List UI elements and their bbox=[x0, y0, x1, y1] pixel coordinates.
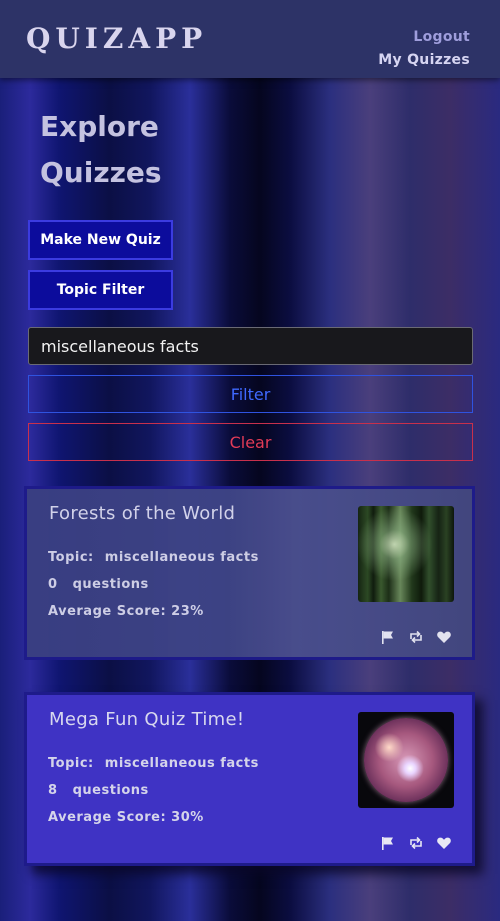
topic-label: Topic: bbox=[48, 550, 94, 565]
forest-photo bbox=[358, 506, 454, 602]
app-logo[interactable]: QUIZAPP bbox=[26, 22, 207, 55]
question-count-value: 0 bbox=[48, 577, 58, 592]
retweet-icon[interactable] bbox=[408, 629, 424, 645]
topic-search-input[interactable]: miscellaneous facts bbox=[28, 327, 473, 365]
clear-button[interactable]: Clear bbox=[28, 423, 473, 461]
quiz-topic: Topic: miscellaneous facts bbox=[48, 550, 259, 565]
my-quizzes-link[interactable]: My Quizzes bbox=[378, 52, 470, 68]
topic-value: miscellaneous facts bbox=[104, 756, 259, 771]
page-title: Explore Quizzes bbox=[40, 110, 162, 189]
filter-button[interactable]: Filter bbox=[28, 375, 473, 413]
logout-link[interactable]: Logout bbox=[413, 29, 470, 45]
quiz-question-count: 8 questions bbox=[48, 783, 149, 798]
quiz-title[interactable]: Forests of the World bbox=[49, 503, 235, 524]
sun-disc bbox=[364, 718, 448, 802]
quiz-average-score: Average Score: 23% bbox=[48, 604, 204, 619]
quiz-card[interactable]: Forests of the World Topic: miscellaneou… bbox=[24, 486, 475, 660]
quiz-question-count: 0 questions bbox=[48, 577, 149, 592]
quiz-card[interactable]: Mega Fun Quiz Time! Topic: miscellaneous… bbox=[24, 692, 475, 866]
topic-label: Topic: bbox=[48, 756, 94, 771]
flag-icon[interactable] bbox=[380, 629, 396, 645]
flag-icon[interactable] bbox=[380, 835, 396, 851]
make-new-quiz-button[interactable]: Make New Quiz bbox=[28, 220, 173, 260]
card-actions bbox=[380, 835, 452, 851]
topic-filter-button[interactable]: Topic Filter bbox=[28, 270, 173, 310]
questions-label: questions bbox=[72, 577, 149, 592]
quiz-average-score: Average Score: 30% bbox=[48, 810, 204, 825]
heart-icon[interactable] bbox=[436, 835, 452, 851]
question-count-value: 8 bbox=[48, 783, 58, 798]
top-navbar: QUIZAPP Logout My Quizzes bbox=[0, 0, 500, 78]
card-actions bbox=[380, 629, 452, 645]
heart-icon[interactable] bbox=[436, 629, 452, 645]
retweet-icon[interactable] bbox=[408, 835, 424, 851]
sun-photo bbox=[358, 712, 454, 808]
questions-label: questions bbox=[72, 783, 149, 798]
topic-value: miscellaneous facts bbox=[104, 550, 259, 565]
quiz-title[interactable]: Mega Fun Quiz Time! bbox=[49, 709, 244, 730]
quiz-topic: Topic: miscellaneous facts bbox=[48, 756, 259, 771]
